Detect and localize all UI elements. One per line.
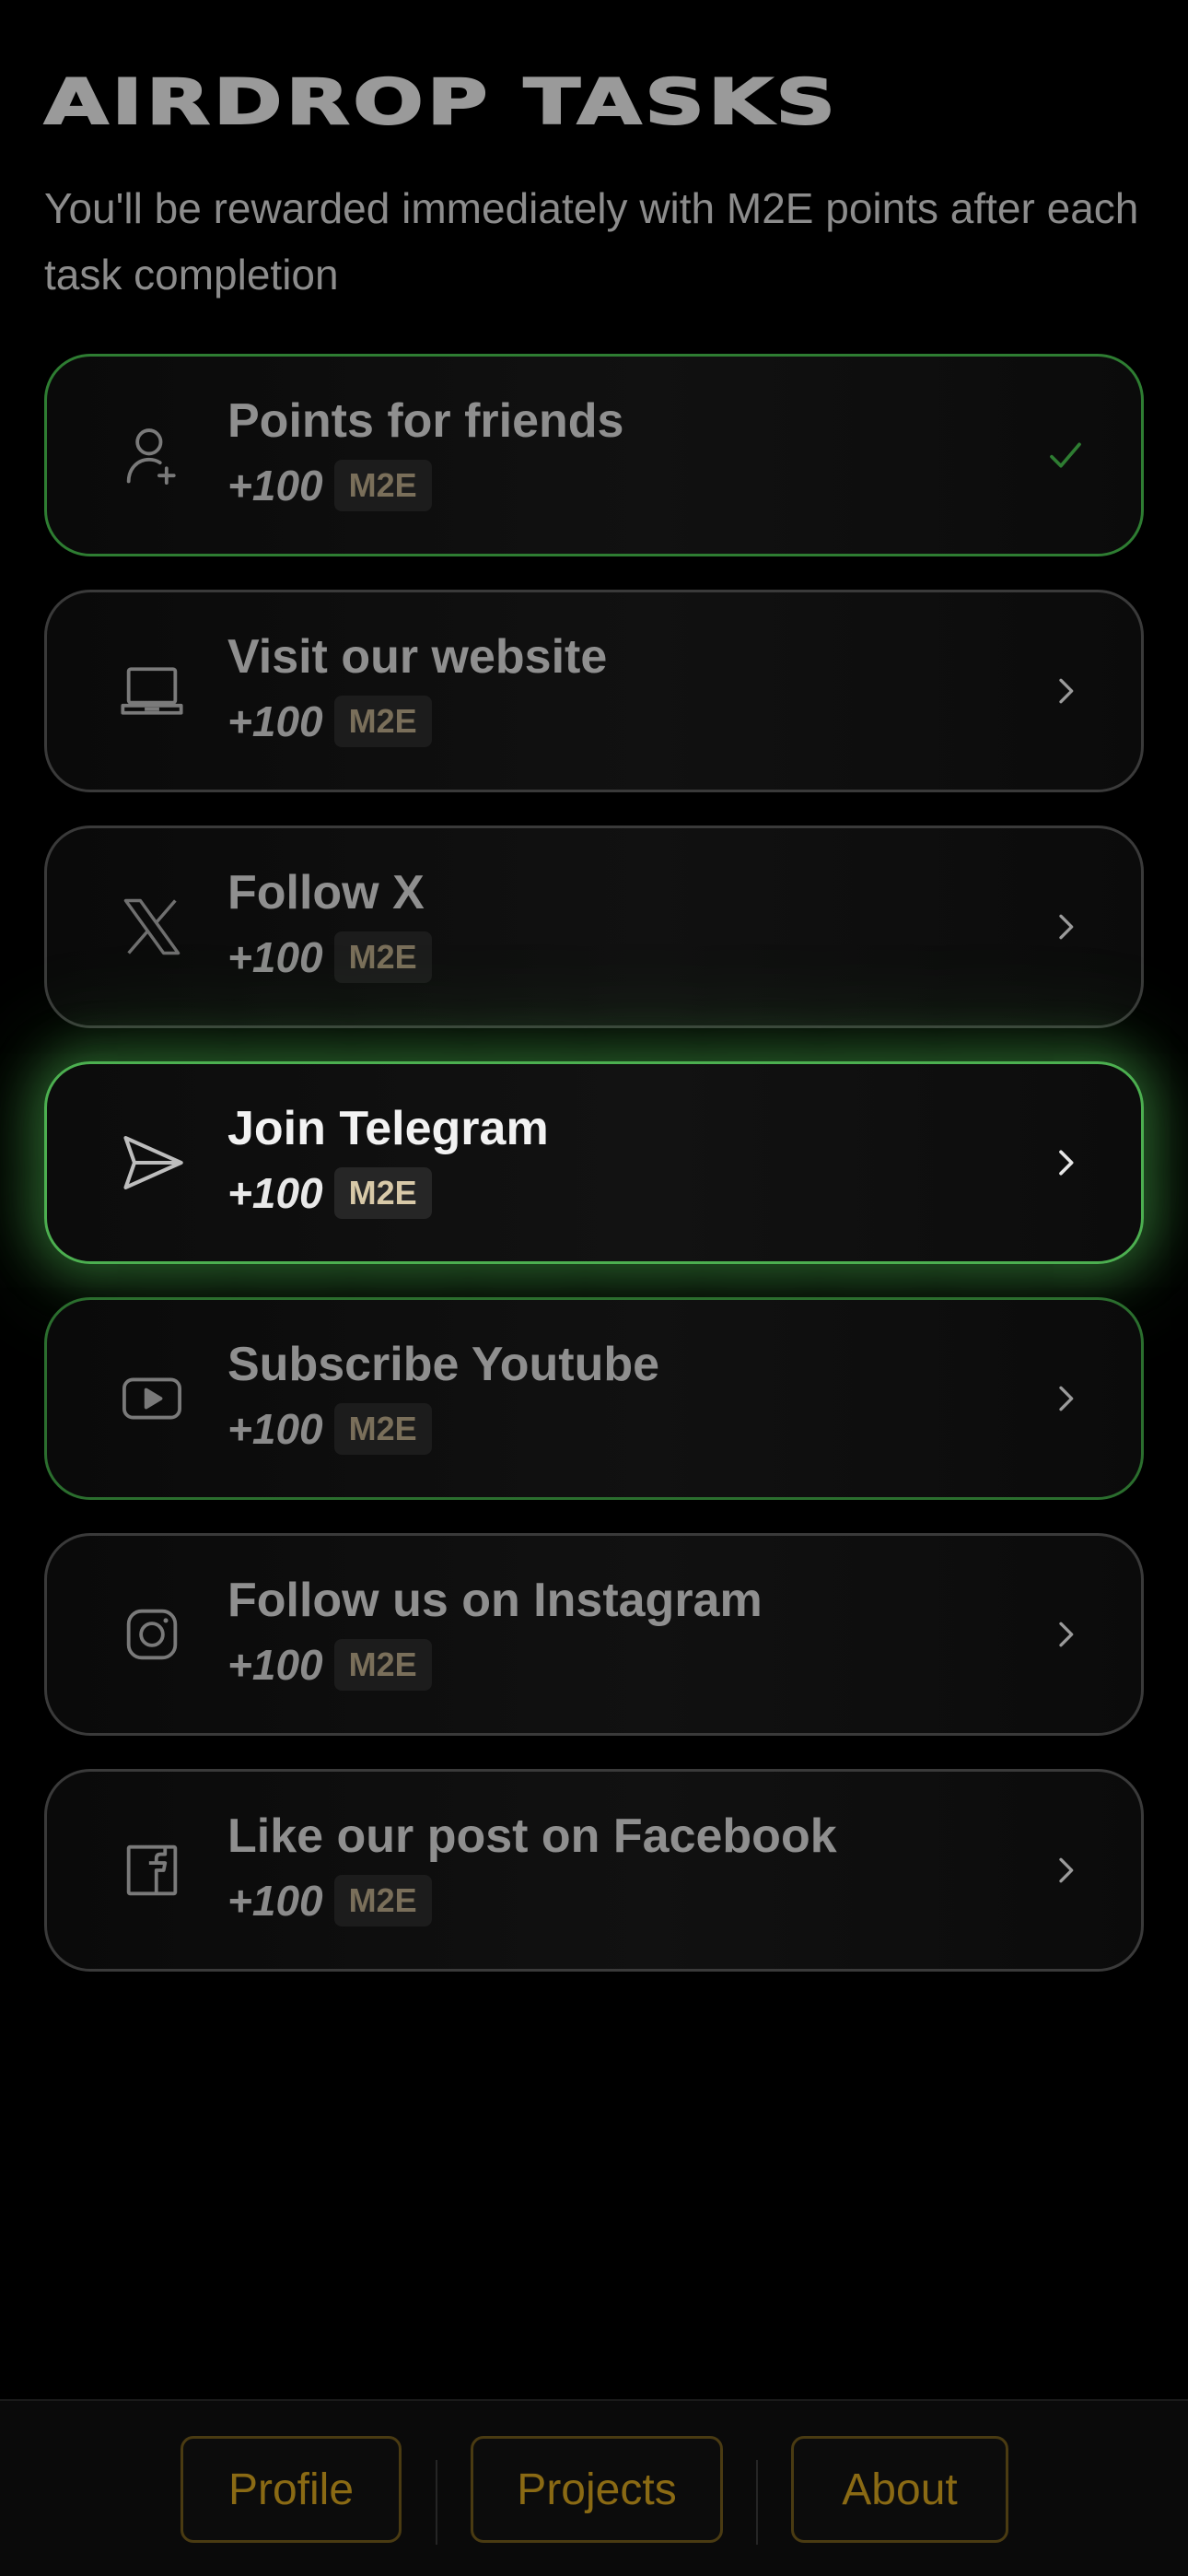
- chevron-right-icon: [1045, 671, 1086, 711]
- task-list: Points for friends +100 M2E Visit our we…: [44, 354, 1144, 2005]
- task-card-points-for-friends[interactable]: Points for friends +100 M2E: [44, 354, 1144, 556]
- currency-badge: M2E: [333, 1167, 432, 1219]
- nav-divider: [756, 2460, 758, 2545]
- chevron-right-icon: [1045, 1142, 1086, 1183]
- reward-amount: +100: [227, 1641, 323, 1689]
- reward-amount: +100: [227, 697, 323, 745]
- reward-amount: +100: [227, 1405, 323, 1453]
- task-card-follow-instagram[interactable]: Follow us on Instagram +100 M2E: [44, 1533, 1144, 1736]
- task-reward: +100 M2E: [227, 1403, 659, 1455]
- bottom-nav: Profile Projects About: [0, 2399, 1188, 2576]
- reward-amount: +100: [227, 933, 323, 981]
- chevron-right-icon: [1045, 1378, 1086, 1419]
- currency-badge: M2E: [333, 1403, 432, 1455]
- task-title: Like our post on Facebook: [227, 1809, 837, 1863]
- chevron-right-icon: [1045, 1850, 1086, 1891]
- task-title: Follow X: [227, 866, 425, 919]
- projects-button[interactable]: Projects: [471, 2436, 723, 2543]
- x-logo-icon: [115, 890, 189, 964]
- chevron-right-icon: [1045, 907, 1086, 947]
- currency-badge: M2E: [333, 460, 432, 511]
- reward-amount: +100: [227, 1169, 323, 1217]
- reward-amount: +100: [227, 1877, 323, 1925]
- add-user-icon: [115, 418, 189, 492]
- task-reward: +100 M2E: [227, 1875, 837, 1926]
- page-subtitle: You'll be rewarded immediately with M2E …: [44, 184, 1139, 299]
- page-title: AIRDROP TASKS: [43, 66, 840, 139]
- task-reward: +100 M2E: [227, 931, 432, 983]
- task-reward: +100 M2E: [227, 1167, 549, 1219]
- laptop-icon: [115, 654, 189, 728]
- facebook-icon: [115, 1833, 189, 1907]
- task-title: Subscribe Youtube: [227, 1338, 660, 1391]
- nav-divider: [436, 2460, 437, 2545]
- instagram-icon: [115, 1598, 189, 1671]
- task-card-like-facebook[interactable]: Like our post on Facebook +100 M2E: [44, 1769, 1144, 1972]
- profile-button[interactable]: Profile: [181, 2436, 402, 2543]
- task-title: Points for friends: [227, 394, 624, 448]
- currency-badge: M2E: [333, 696, 432, 747]
- task-card-follow-x[interactable]: Follow X +100 M2E: [44, 825, 1144, 1028]
- about-button[interactable]: About: [791, 2436, 1008, 2543]
- task-card-subscribe-youtube[interactable]: Subscribe Youtube +100 M2E: [44, 1297, 1144, 1500]
- chevron-right-icon: [1045, 1614, 1086, 1655]
- task-title: Join Telegram: [227, 1102, 549, 1155]
- telegram-send-icon: [115, 1126, 189, 1200]
- youtube-icon: [115, 1362, 189, 1435]
- check-icon: [1045, 435, 1086, 475]
- task-card-visit-website[interactable]: Visit our website +100 M2E: [44, 590, 1144, 792]
- task-reward: +100 M2E: [227, 696, 607, 747]
- task-title: Visit our website: [227, 630, 608, 684]
- reward-amount: +100: [227, 462, 323, 509]
- task-card-join-telegram[interactable]: Join Telegram +100 M2E: [44, 1061, 1144, 1264]
- task-title: Follow us on Instagram: [227, 1574, 763, 1627]
- currency-badge: M2E: [333, 931, 432, 983]
- currency-badge: M2E: [333, 1875, 432, 1926]
- currency-badge: M2E: [333, 1639, 432, 1691]
- task-reward: +100 M2E: [227, 460, 623, 511]
- task-reward: +100 M2E: [227, 1639, 763, 1691]
